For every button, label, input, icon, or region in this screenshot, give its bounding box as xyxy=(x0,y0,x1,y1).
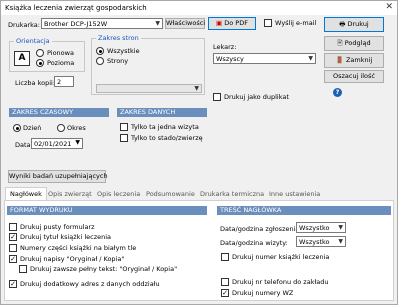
email-checkbox-visible[interactable] xyxy=(264,19,272,27)
copies-input[interactable]: 2 xyxy=(54,76,74,87)
tab-summary[interactable]: Podsumowanie xyxy=(146,190,195,198)
format-checkbox[interactable] xyxy=(9,244,17,252)
herd-checkbox[interactable] xyxy=(120,134,128,142)
pdf-icon: ▣ xyxy=(216,19,223,27)
date-value: 02/01/2021 xyxy=(34,140,72,148)
tab-panel: FORMAT WYDRUKU Drukuj pusty formularz ✓ Dr… xyxy=(4,200,394,301)
window-title: Książka leczenia zwierząt gospodarskich xyxy=(5,4,147,12)
period-radio[interactable] xyxy=(57,124,65,132)
only-visit-checkbox[interactable] xyxy=(120,123,128,131)
herd-label: Tylko to stado/zwierzę xyxy=(131,134,203,142)
wz-checkbox[interactable]: ✓ xyxy=(221,289,229,297)
orientation-group: Orientacja A Pionowa Pozioma xyxy=(9,37,85,72)
pdf-button[interactable]: ▣ Do PDF xyxy=(208,17,256,30)
printer-icon: 🖶 xyxy=(339,20,346,28)
tab-animals[interactable]: Opis zwierząt xyxy=(48,190,92,198)
day-label: Dzień xyxy=(23,124,42,132)
visit-date-label: Data/godzina wizyty: xyxy=(220,239,288,247)
format-label: Drukuj dodatkowy adres z danych oddziału xyxy=(20,280,160,288)
chevron-down-icon: ▼ xyxy=(75,139,80,146)
data-range-header: ZAKRES DANYCH xyxy=(117,108,207,117)
printer-value: Brother DCP-J152W xyxy=(44,20,108,28)
pages-radio[interactable] xyxy=(96,57,104,65)
chevron-down-icon: ▼ xyxy=(194,85,199,92)
chevron-down-icon: ▼ xyxy=(308,55,313,62)
time-range-header: ZAKRES CZASOWY xyxy=(9,108,109,117)
duplicate-label: Drukuj jako duplikat xyxy=(224,93,289,101)
book-number-label: Drukuj numer książki leczenia xyxy=(232,253,330,261)
printer-select[interactable]: Brother DCP-J152W ▼ xyxy=(41,18,163,29)
doctor-select[interactable]: Wszyscy ▼ xyxy=(213,53,316,64)
report-date-label: Data/godzina zgłoszenia: xyxy=(220,225,302,233)
format-label: Numery części książki na białym tle xyxy=(20,244,137,252)
format-label: Drukuj napisy "Oryginał / Kopia" xyxy=(20,255,125,263)
estimate-button[interactable]: Oszacuj ilość xyxy=(324,70,384,83)
email-label-visible: Wyślij e-mail xyxy=(275,19,317,27)
print-format-header: FORMAT WYDRUKU xyxy=(7,206,207,215)
results-button[interactable]: Wyniki badań uzupełniających xyxy=(8,170,108,183)
format-label: Drukuj tytuł książki leczenia xyxy=(20,233,112,241)
print-dialog: Książka leczenia zwierząt gospodarskich … xyxy=(0,0,398,305)
visit-date-select[interactable]: Wszystko ▼ xyxy=(296,236,346,247)
preview-button[interactable]: 🖹 Podgląd xyxy=(324,36,384,51)
format-checkbox[interactable]: ✓ xyxy=(9,255,17,263)
pages-select[interactable]: ▼ xyxy=(96,84,202,93)
close-icon[interactable]: ✕ xyxy=(385,2,393,12)
printer-label: Drukarka: xyxy=(8,21,40,29)
page-range-group: Zakres stron Wszystkie Strony ▼ xyxy=(91,34,205,95)
preview-icon: 🖹 xyxy=(337,39,343,47)
period-label: Okres xyxy=(67,124,86,132)
tab-thermal-printer[interactable]: Drukarka termiczna xyxy=(200,190,264,198)
doctor-value: Wszyscy xyxy=(216,55,244,63)
chevron-down-icon: ▼ xyxy=(155,20,160,27)
copies-label: Liczba kopii: xyxy=(15,79,56,87)
portrait-label: Pionowa xyxy=(47,49,74,57)
page-range-title: Zakres stron xyxy=(96,34,141,42)
wz-label: Drukuj numery WZ xyxy=(232,289,294,297)
day-radio[interactable] xyxy=(13,124,21,132)
all-pages-label: Wszystkie xyxy=(107,47,140,55)
print-label: Drukuj xyxy=(347,20,369,28)
landscape-label: Pozioma xyxy=(47,59,75,67)
all-pages-radio[interactable] xyxy=(96,47,104,55)
orientation-preview-icon: A xyxy=(14,51,30,66)
print-button[interactable]: 🖶 Drukuj xyxy=(324,17,384,32)
only-visit-label: Tylko ta jedna wizyta xyxy=(131,123,199,131)
format-label: Drukuj zawsze pełny tekst: "Oryginał / K… xyxy=(30,265,178,273)
phone-label: Drukuj nr telefonu do zakładu xyxy=(232,278,329,286)
tab-other-settings[interactable]: Inne ustawienia xyxy=(269,190,320,198)
portrait-radio[interactable] xyxy=(36,49,44,57)
orientation-title: Orientacja xyxy=(14,37,52,45)
format-checkbox[interactable] xyxy=(19,265,27,273)
landscape-radio[interactable] xyxy=(36,59,44,67)
report-date-value: Wszystko xyxy=(299,224,330,232)
phone-checkbox[interactable] xyxy=(221,278,229,286)
format-checkbox[interactable]: ✓ xyxy=(9,233,17,241)
format-label: Drukuj pusty formularz xyxy=(20,223,95,231)
header-content-header: TREŚĆ NAGŁÓWKA xyxy=(217,206,391,215)
chevron-down-icon: ▼ xyxy=(338,224,343,231)
format-checkbox[interactable]: ✓ xyxy=(9,280,17,288)
exit-icon: 🚪 xyxy=(335,56,344,64)
close-label: Zamknij xyxy=(345,56,373,64)
visit-date-value: Wszystko xyxy=(299,238,330,246)
tab-header[interactable]: Nagłówek xyxy=(5,187,47,200)
book-number-checkbox[interactable] xyxy=(221,253,229,261)
help-icon[interactable]: ? xyxy=(333,88,342,97)
pdf-label: Do PDF xyxy=(224,19,248,27)
tab-treatment[interactable]: Opis leczenia xyxy=(97,190,140,198)
date-input[interactable]: 02/01/2021 ▼ xyxy=(31,138,83,149)
pages-label: Strony xyxy=(107,57,129,65)
duplicate-checkbox[interactable] xyxy=(213,93,221,101)
title-bar: Książka leczenia zwierząt gospodarskich … xyxy=(1,1,397,15)
printer-properties-button[interactable]: Właściwości xyxy=(165,18,205,29)
chevron-down-icon: ▼ xyxy=(338,238,343,245)
close-button[interactable]: 🚪 Zamknij xyxy=(324,53,384,68)
format-checkbox[interactable] xyxy=(9,223,17,231)
doctor-label: Lekarz: xyxy=(213,43,237,51)
preview-label: Podgląd xyxy=(344,39,371,47)
report-date-select[interactable]: Wszystko ▼ xyxy=(296,222,346,233)
